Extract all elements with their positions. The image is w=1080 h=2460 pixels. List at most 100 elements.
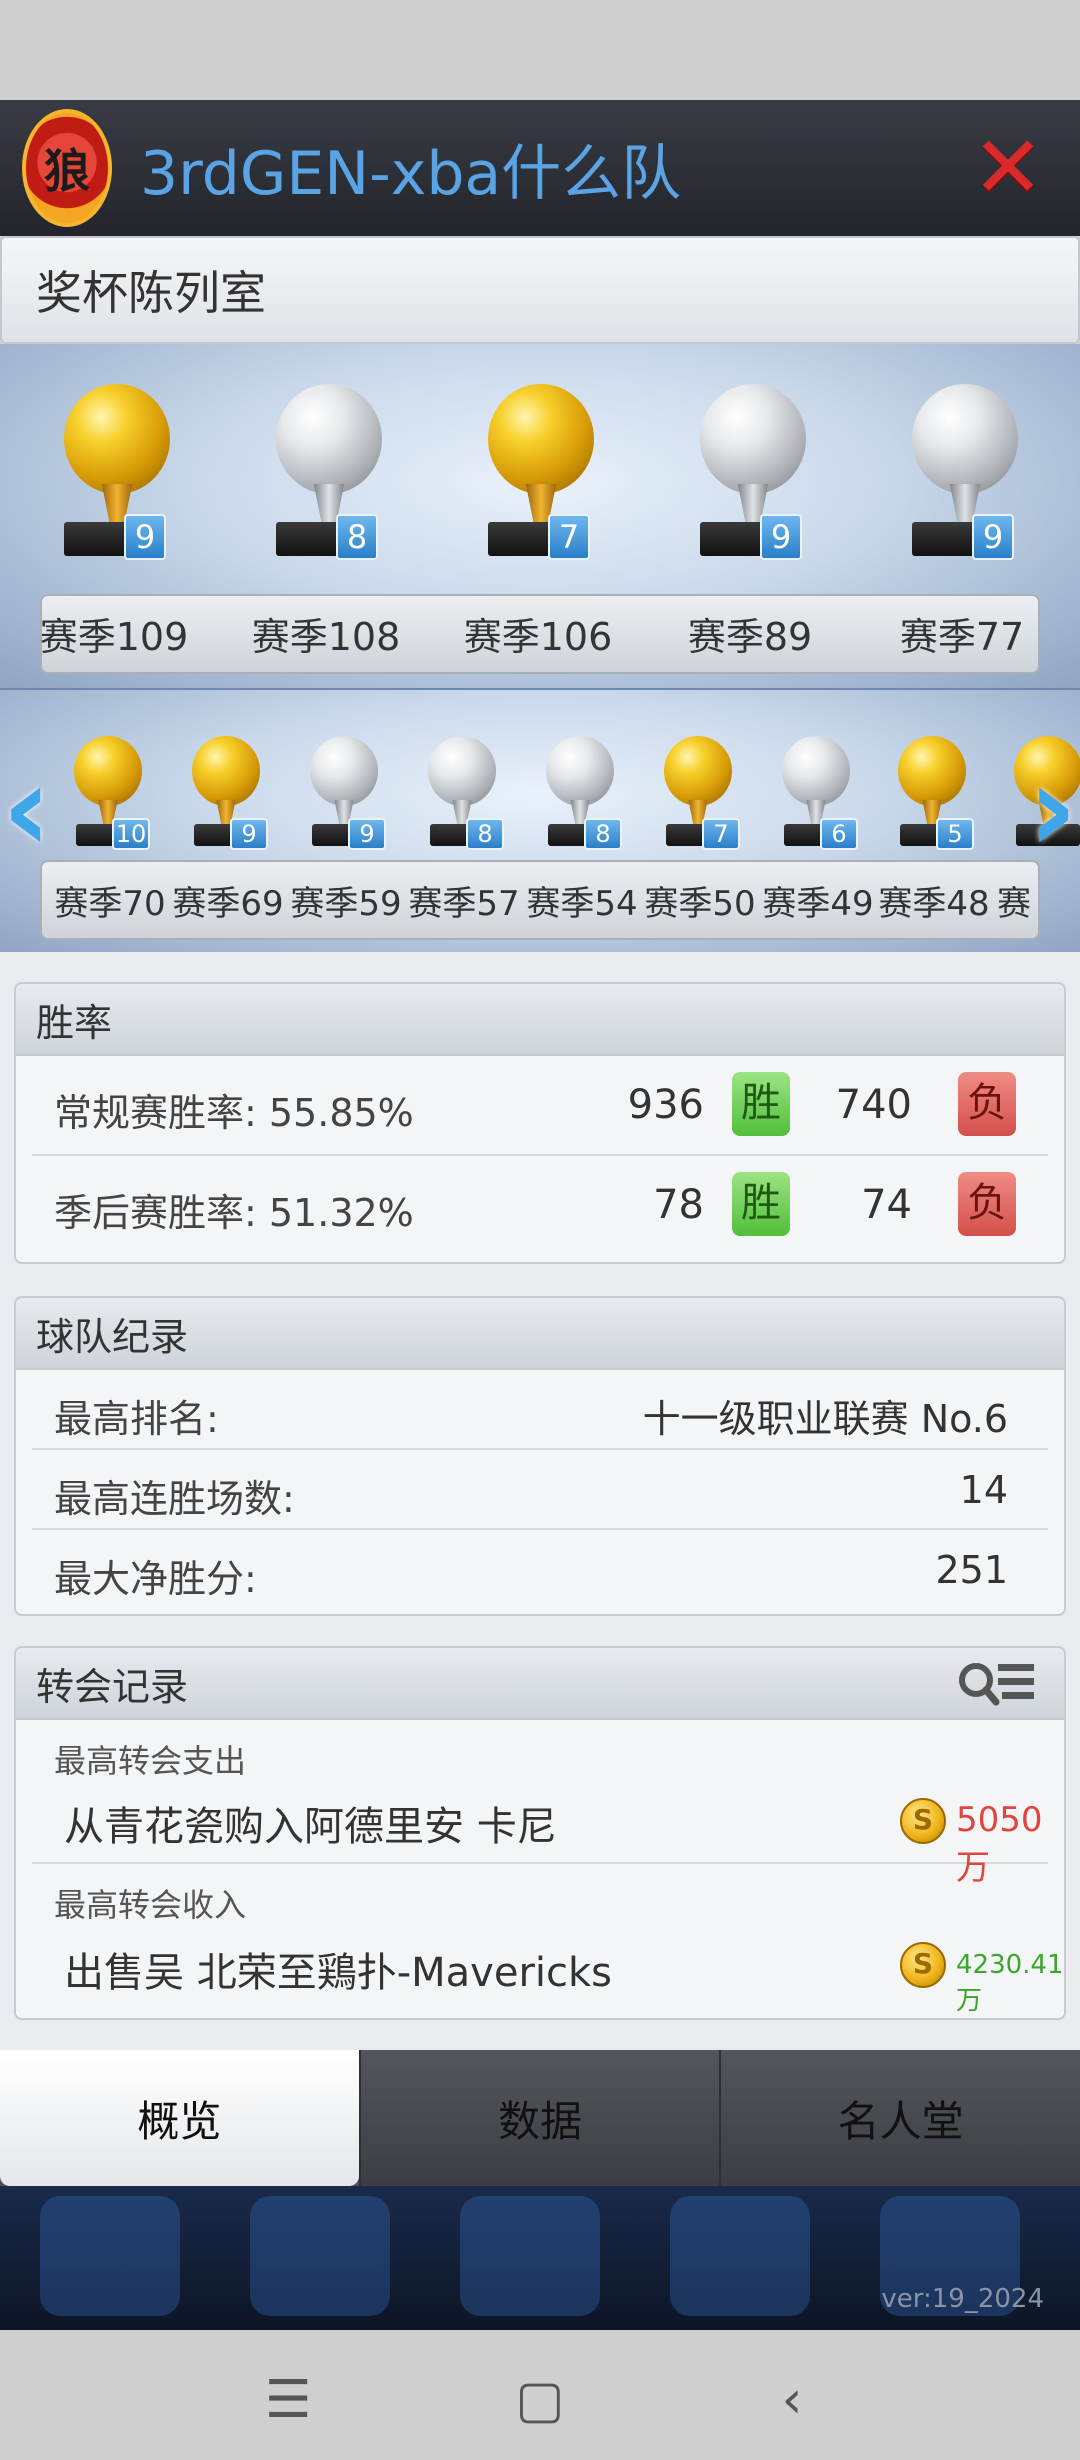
gold-trophy-icon <box>664 736 732 806</box>
back-icon[interactable]: ‹ <box>752 2370 832 2430</box>
silver-trophy-icon <box>428 736 496 806</box>
trophy-season-label: 赛季89 <box>687 615 813 659</box>
trophy-shelf-top: 9 8 7 9 9 赛季109 赛季108 赛季106 赛季89 赛季77 <box>0 344 1080 688</box>
record-row: 最大净胜分: 251 <box>32 1530 1048 1610</box>
trophy-count-badge: 8 <box>584 818 622 850</box>
expense-title: 最高转会支出 <box>54 1742 247 1780</box>
record-label: 最高排名: <box>54 1397 219 1441</box>
tab-stats[interactable]: 数据 <box>358 2050 720 2186</box>
trophy-season-label: 赛季57 <box>408 884 520 924</box>
income-title: 最高转会收入 <box>54 1886 247 1924</box>
record-row: 最高排名: 十一级职业联赛 No.6 <box>32 1370 1048 1450</box>
trophy-room-title: 奖杯陈列室 <box>36 266 266 320</box>
team-record-header: 球队纪录 <box>16 1298 1064 1370</box>
loss-badge: 负 <box>958 1072 1016 1136</box>
trophy-count-badge: 7 <box>702 818 740 850</box>
record-label: 最大净胜分: <box>54 1557 257 1601</box>
trophy-count-badge: 10 <box>112 818 150 850</box>
silver-trophy-icon <box>276 384 382 494</box>
income-desc: 出售吴 北荣至鶏扑-Mavericks <box>64 1950 613 1996</box>
close-icon[interactable]: ✕ <box>968 125 1048 211</box>
silver-trophy-icon <box>912 384 1018 494</box>
gold-trophy-icon <box>192 736 260 806</box>
regular-season-row: 常规赛胜率: 55.85% 936 胜 740 负 <box>32 1056 1048 1156</box>
trophy-season-label: 赛季48 <box>878 884 990 924</box>
record-label: 最高连胜场数: <box>54 1477 295 1521</box>
menu-icon[interactable]: ☰ <box>248 2370 328 2430</box>
transfer-income-row: 最高转会收入 出售吴 北荣至鶏扑-Mavericks S 4230.41万 <box>32 1864 1064 2016</box>
trophy-season-label: 赛季109 <box>39 615 189 659</box>
trophy-count-badge: 7 <box>548 514 590 560</box>
trophy-count-badge: 6 <box>820 818 858 850</box>
loss-badge: 负 <box>958 1172 1016 1236</box>
background-menu-icon <box>250 2196 390 2316</box>
silver-trophy-icon <box>546 736 614 806</box>
silver-trophy-icon <box>700 384 806 494</box>
win-rate-title: 胜率 <box>36 1000 113 1045</box>
tab-overview[interactable]: 概览 <box>0 2050 359 2186</box>
playoff-wins: 78 <box>653 1182 704 1228</box>
expense-desc: 从青花瓷购入阿德里安 卡尼 <box>64 1804 557 1850</box>
gold-trophy-icon <box>488 384 594 494</box>
trophy-count-badge: 9 <box>972 514 1014 560</box>
trophy-count-badge: 9 <box>230 818 268 850</box>
trophy-season-label: 赛季54 <box>526 884 638 924</box>
trophy-season-label: 赛季59 <box>290 884 402 924</box>
transfer-record-panel: 转会记录 最高转会支出 从青花瓷购入阿德里安 卡尼 S 5050万 最高转会收入… <box>14 1646 1066 2020</box>
playoff-losses: 74 <box>861 1182 912 1228</box>
trophy-season-label: 赛季50 <box>644 884 756 924</box>
trophy-season-label: 赛季69 <box>172 884 284 924</box>
home-icon[interactable]: ▢ <box>500 2370 580 2430</box>
transfer-expense-row: 最高转会支出 从青花瓷购入阿德里安 卡尼 S 5050万 <box>32 1720 1048 1888</box>
transfer-record-header: 转会记录 <box>16 1648 1064 1720</box>
trophy-count-badge: 9 <box>124 514 166 560</box>
team-record-title: 球队纪录 <box>36 1314 189 1359</box>
search-list-icon[interactable] <box>958 1658 1038 1710</box>
regular-losses: 740 <box>835 1082 912 1128</box>
record-value: 14 <box>959 1468 1008 1512</box>
trophy-season-label: 赛季77 <box>899 615 1025 659</box>
overview-content: 胜率 常规赛胜率: 55.85% 936 胜 740 负 季后赛胜率: 51.3… <box>0 952 1080 2050</box>
version-label: ver:19_2024 <box>881 2284 1044 2314</box>
chevron-right-icon[interactable]: › <box>1028 750 1078 890</box>
trophy-shelf-bottom: 10 9 9 8 8 7 6 5 赛季70 赛季69 赛季59 赛季57 赛季5… <box>0 688 1080 952</box>
gold-trophy-icon <box>74 736 142 806</box>
trophy-season-label: 赛季70 <box>54 884 166 924</box>
record-row: 最高连胜场数: 14 <box>32 1450 1048 1530</box>
win-rate-panel: 胜率 常规赛胜率: 55.85% 936 胜 740 负 季后赛胜率: 51.3… <box>14 982 1066 1264</box>
background-menu-icon <box>40 2196 180 2316</box>
coin-icon: S <box>900 1798 946 1844</box>
title-bar: 狼 3rdGEN-xba什么队 ✕ <box>0 100 1080 236</box>
record-value: 十一级职业联赛 No.6 <box>642 1397 1008 1441</box>
trophy-count-badge: 9 <box>348 818 386 850</box>
regular-wins: 936 <box>627 1082 704 1128</box>
bottom-tabs: 概览 数据 名人堂 <box>0 2050 1080 2186</box>
game-footer: ver:19_2024 <box>0 2186 1080 2330</box>
team-logo-icon: 狼 <box>22 109 112 227</box>
chevron-left-icon[interactable]: ‹ <box>2 750 52 890</box>
tab-hall-of-fame[interactable]: 名人堂 <box>719 2050 1080 2186</box>
team-title: 3rdGEN-xba什么队 <box>140 138 682 209</box>
trophy-count-badge: 8 <box>336 514 378 560</box>
win-badge: 胜 <box>732 1172 790 1236</box>
silver-trophy-icon <box>782 736 850 806</box>
system-nav-bar: ☰ ▢ ‹ <box>0 2330 1080 2460</box>
trophy-count-badge: 9 <box>760 514 802 560</box>
background-menu-icon <box>460 2196 600 2316</box>
gold-trophy-icon <box>898 736 966 806</box>
playoff-rate: 季后赛胜率: 51.32% <box>54 1191 414 1235</box>
transfer-record-title: 转会记录 <box>36 1664 189 1709</box>
win-badge: 胜 <box>732 1072 790 1136</box>
playoff-row: 季后赛胜率: 51.32% 78 胜 74 负 <box>32 1156 1048 1256</box>
status-bar <box>0 0 1080 100</box>
silver-trophy-icon <box>310 736 378 806</box>
trophy-season-label: 赛季49 <box>762 884 874 924</box>
trophy-count-badge: 8 <box>466 818 504 850</box>
regular-season-rate: 常规赛胜率: 55.85% <box>54 1091 414 1135</box>
trophy-count-badge: 5 <box>936 818 974 850</box>
trophy-season-label: 赛季108 <box>251 615 401 659</box>
record-value: 251 <box>935 1548 1008 1592</box>
income-amount: 4230.41万 <box>956 1950 1064 2016</box>
trophy-season-label: 赛季106 <box>463 615 613 659</box>
background-menu-icon <box>670 2196 810 2316</box>
